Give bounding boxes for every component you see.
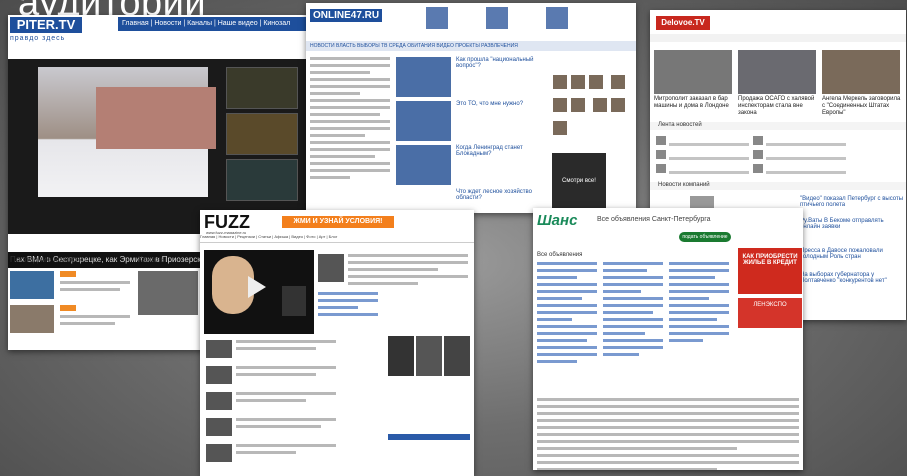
news-text (60, 281, 130, 295)
online-video-column: Как прошла "национальный вопрос"? Это ТО… (394, 53, 544, 213)
video-thumb[interactable] (396, 57, 451, 97)
category-col[interactable] (537, 262, 597, 367)
news-feed-heading: Лента новостей (658, 122, 702, 128)
side-item[interactable]: Ру.Ваты В Бекоме отправлять онлайн заявк… (800, 218, 904, 230)
photo-caption[interactable]: Продажа ОСАГО с халявой инспекторам стал… (738, 96, 818, 117)
categories: Все объявления (537, 252, 733, 392)
feed-thumb[interactable] (206, 444, 232, 462)
feed-thumb[interactable] (206, 392, 232, 410)
feed-thumb[interactable] (206, 366, 232, 384)
feed-text (236, 340, 336, 354)
latest-news-heading: Последние новости (10, 255, 83, 264)
photo-caption[interactable]: Митрополит заказал в бар машины и дома в… (654, 96, 734, 110)
fuzz-ad-banner[interactable]: ЖМИ И УЗНАЙ УСЛОВИЯ! (282, 216, 394, 228)
header-thumb[interactable] (486, 7, 508, 29)
feed-text (236, 366, 336, 380)
news-thumb[interactable] (10, 271, 54, 299)
headline[interactable]: Что ждет лесное хозяйство области? (456, 189, 542, 201)
side-image (282, 286, 306, 316)
faces-grid (551, 73, 631, 142)
face-thumb[interactable] (553, 98, 567, 112)
news-lines (310, 57, 390, 183)
face-thumb[interactable] (589, 75, 603, 89)
face-thumb[interactable] (571, 98, 585, 112)
all-ads-heading: Все объявления (537, 252, 583, 258)
piter-logo[interactable]: PITER.TV (10, 17, 82, 33)
portrait-thumb[interactable] (388, 336, 414, 376)
piter-video-player[interactable]: .ах ВМА в Сестрорецке, как Эрмитаж в При… (8, 59, 308, 268)
channel-thumb[interactable] (138, 271, 198, 315)
news-photo[interactable] (822, 50, 900, 94)
feed-text (236, 418, 336, 432)
time-badge (60, 271, 76, 277)
fuzz-screenshot: FUZZ ЖМИ И УЗНАЙ УСЛОВИЯ! www.fuzz-magaz… (200, 210, 474, 476)
feed-thumb[interactable] (206, 418, 232, 436)
video-frame-image (38, 67, 216, 197)
face-thumb[interactable] (553, 121, 567, 135)
credit-banner[interactable]: КАК ПРИОБРЕСТИ ЖИЛЬЕ В КРЕДИТ (738, 248, 802, 294)
online-logo[interactable]: ONLINE47.RU (310, 9, 383, 22)
article-text (348, 254, 468, 289)
channels-heading: Каналы (138, 255, 167, 264)
fuzz-nav[interactable]: Главная | Новости | Рецензии | Статьи | … (200, 234, 474, 243)
feed-row[interactable] (656, 150, 900, 161)
headline[interactable]: Как прошла "национальный вопрос"? (456, 57, 542, 69)
shans-logo[interactable]: Шанс (537, 212, 577, 229)
piter-tagline: правдо здесь (10, 35, 66, 42)
links[interactable] (318, 292, 378, 320)
face-thumb[interactable] (571, 75, 585, 89)
video-thumb[interactable] (396, 101, 451, 141)
delovoe-nav[interactable] (650, 34, 906, 42)
feed-text (236, 392, 336, 406)
video-thumb[interactable] (226, 113, 298, 155)
article-thumb[interactable] (318, 254, 344, 282)
face-thumb[interactable] (593, 98, 608, 112)
company-news-heading: Новости компаний (658, 182, 710, 188)
video-thumb[interactable] (226, 67, 298, 109)
side-item[interactable]: На выборах губернатора у Полтавченко "ко… (800, 272, 904, 284)
submit-ad-button[interactable]: подать объявление (679, 232, 731, 242)
play-icon[interactable] (248, 276, 266, 298)
news-text (60, 315, 130, 329)
shans-screenshot: Шанс Все объявления Санкт-Петербурга под… (533, 208, 803, 470)
article-body (537, 398, 799, 470)
face-thumb[interactable] (611, 98, 626, 112)
portrait-thumb[interactable] (444, 336, 470, 376)
header-thumb[interactable] (546, 7, 568, 29)
shans-slogan: Все объявления Санкт-Петербурга (597, 216, 711, 223)
face-thumb[interactable] (611, 75, 626, 89)
category-col[interactable] (669, 262, 729, 346)
time-badge (60, 305, 76, 311)
news-photo[interactable] (654, 50, 732, 94)
piter-nav[interactable]: Главная | Новости | Каналы | Наше видео … (118, 17, 308, 31)
feed-row[interactable] (656, 164, 900, 175)
side-item[interactable]: Пресса в Давосе пожаловали холодным Роль… (800, 248, 904, 260)
big-video-thumb[interactable]: Смотри все! (552, 153, 606, 209)
headline[interactable]: Это ТО, что мне нужно? (456, 101, 542, 107)
feed-text (236, 444, 336, 458)
online-news-column (306, 53, 394, 213)
blue-bar (388, 434, 470, 440)
lenexpo-banner[interactable]: ЛЕНЭКСПО (738, 298, 802, 328)
online-menu[interactable]: НОВОСТИ ВЛАСТЬ ВЫБОРЫ ТВ СРЕДА ОБИТАНИЯ … (306, 41, 636, 51)
news-photo[interactable] (738, 50, 816, 94)
portrait-thumb[interactable] (416, 336, 442, 376)
video-thumb[interactable] (396, 145, 451, 185)
feed-row[interactable] (656, 136, 900, 147)
fuzz-video-player[interactable] (204, 250, 314, 334)
delovoe-logo[interactable]: Delovoe.TV (656, 16, 710, 30)
headline[interactable]: Когда Ленинград станет Блокадным? (456, 145, 542, 157)
online-header: ONLINE47.RU (306, 3, 636, 44)
photo-caption[interactable]: Ангела Меркель заговорила с "Соединенных… (822, 96, 902, 117)
online47-screenshot: ONLINE47.RU НОВОСТИ ВЛАСТЬ ВЫБОРЫ ТВ СРЕ… (306, 3, 636, 213)
video-thumb[interactable] (226, 159, 298, 201)
side-item[interactable]: "Видео" показал Петербург с высоты птичь… (800, 196, 904, 208)
piter-header: PITER.TV правдо здесь Главная | Новости … (8, 15, 308, 47)
face-thumb[interactable] (553, 75, 567, 89)
category-col[interactable] (603, 262, 663, 360)
feed-thumb[interactable] (206, 340, 232, 358)
header-thumb[interactable] (426, 7, 448, 29)
building-image (96, 87, 216, 149)
news-thumb[interactable] (10, 305, 54, 333)
